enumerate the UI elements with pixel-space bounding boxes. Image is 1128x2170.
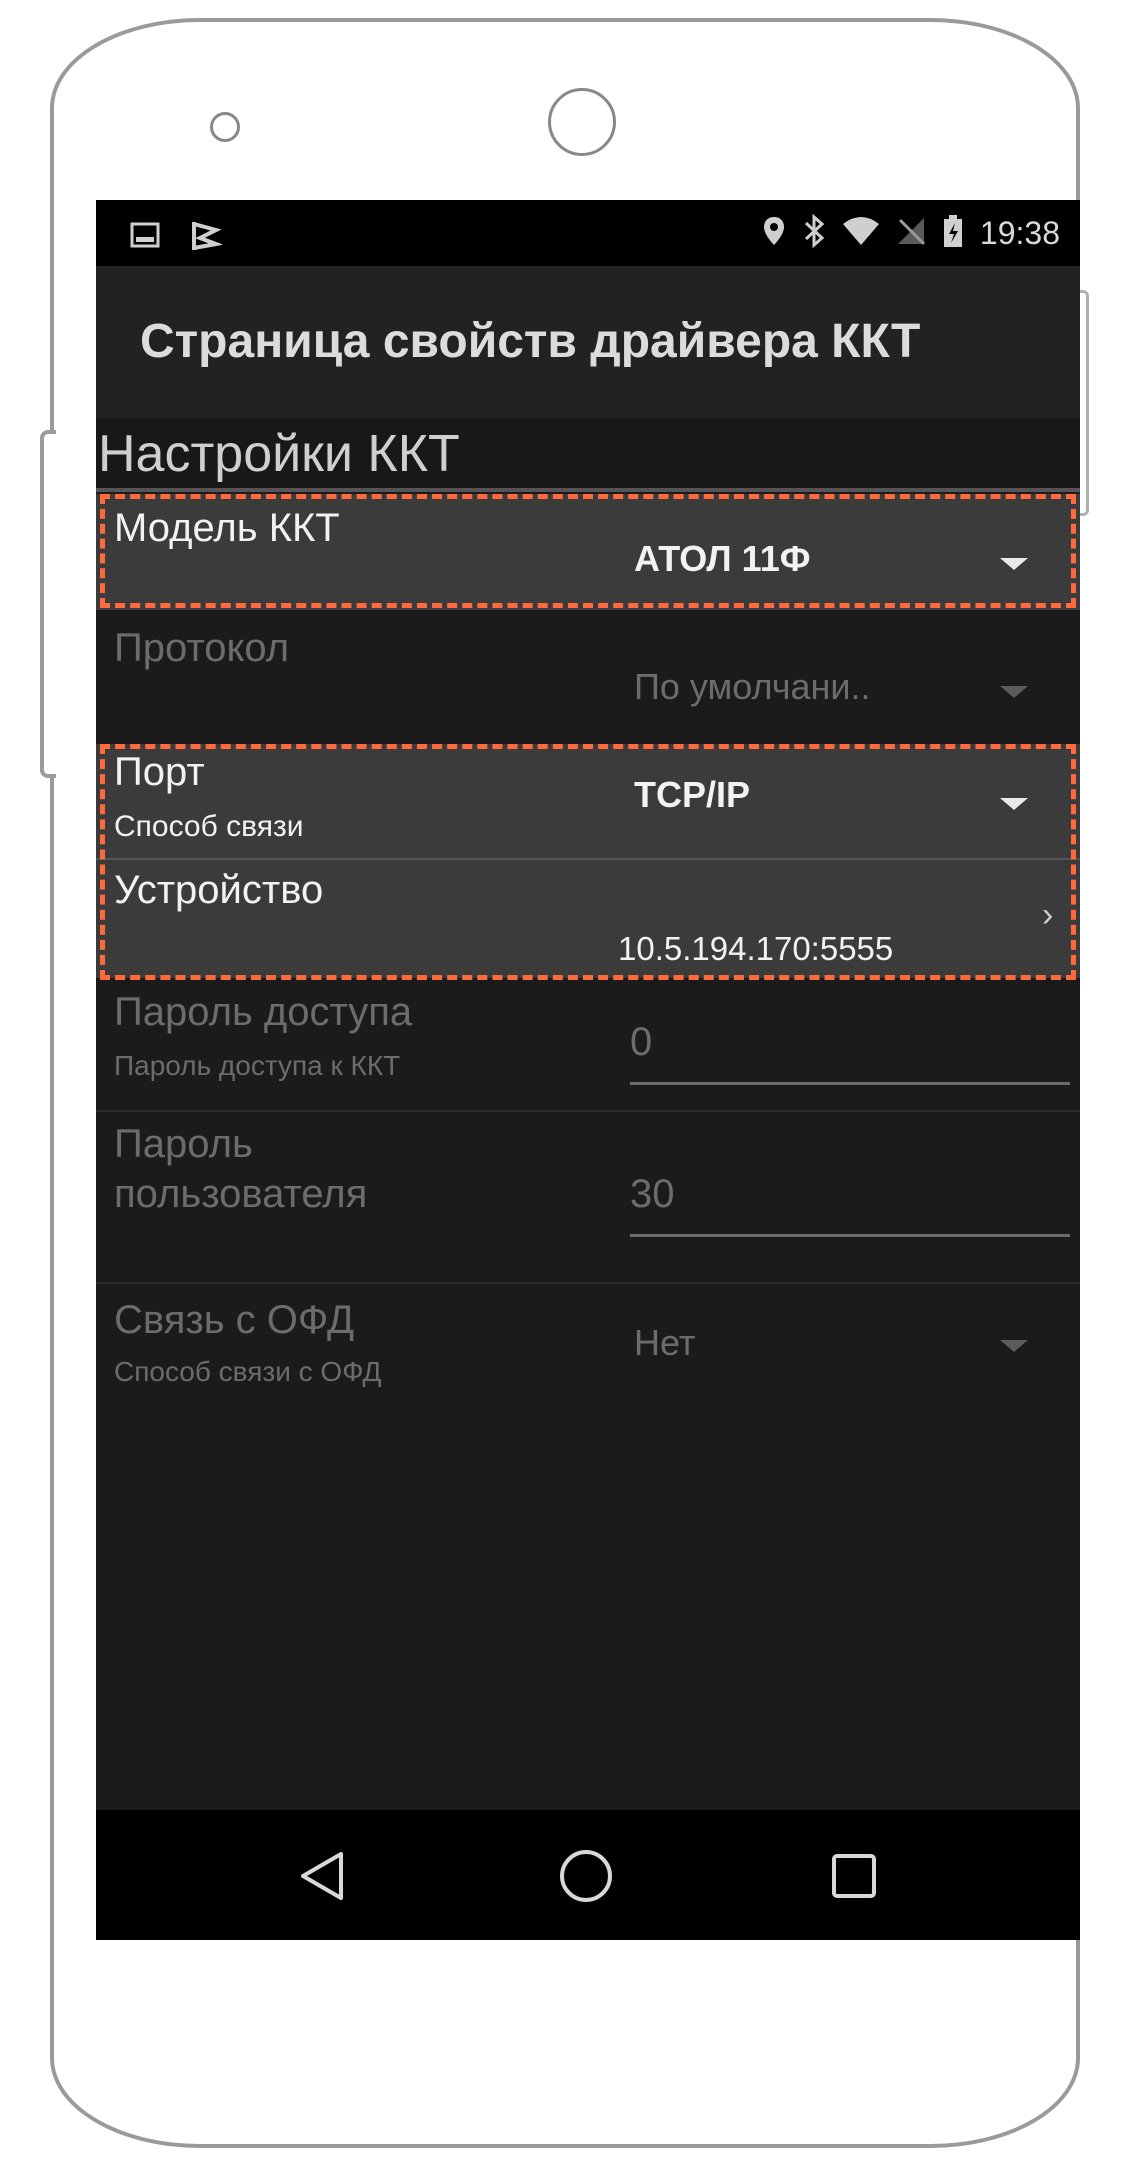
- setting-user-password[interactable]: Пароль пользователя 30: [96, 1112, 1080, 1282]
- setting-title: Пароль доступа: [114, 990, 413, 1034]
- field-underline: [630, 1082, 1070, 1085]
- front-camera: [548, 88, 616, 156]
- chevron-right-icon: ›: [1042, 896, 1054, 934]
- location-icon: [762, 215, 786, 252]
- recents-icon[interactable]: [826, 1848, 882, 1904]
- setting-port[interactable]: Порт Способ связи TCP/IP: [96, 744, 1080, 858]
- category-divider: [96, 488, 1080, 492]
- setting-title: Связь с ОФД: [114, 1298, 355, 1342]
- setting-value: TCP/IP: [634, 774, 751, 815]
- user-password-field[interactable]: 30: [630, 1172, 675, 1217]
- field-underline: [630, 1234, 1070, 1237]
- status-bar: 19:38: [96, 200, 1080, 266]
- setting-access-password[interactable]: Пароль доступа Пароль доступа к ККТ 0: [96, 980, 1080, 1110]
- no-sim-icon: [896, 216, 926, 251]
- setting-title: Модель ККТ: [114, 506, 340, 550]
- setting-kkt-model[interactable]: Модель ККТ АТОЛ 11Ф: [96, 494, 1080, 610]
- access-password-field[interactable]: 0: [630, 1020, 652, 1065]
- wifi-icon: [842, 216, 880, 251]
- setting-title: Порт: [114, 750, 205, 794]
- image-icon: [130, 222, 160, 253]
- setting-ofd-connection[interactable]: Связь с ОФД Способ связи с ОФД Нет: [96, 1284, 1080, 1414]
- action-bar: Страница свойств драйвера ККТ: [96, 266, 1080, 418]
- setting-summary: Способ связи с ОФД: [114, 1356, 382, 1387]
- setting-device[interactable]: Устройство 10.5.194.170:5555 ›: [96, 860, 1080, 978]
- setting-protocol[interactable]: Протокол По умолчани..: [96, 612, 1080, 742]
- device-screen: 19:38 Страница свойств драйвера ККТ Наст…: [96, 200, 1080, 1940]
- volume-button: [40, 430, 56, 778]
- setting-value: Нет: [634, 1322, 696, 1363]
- page-title: Страница свойств драйвера ККТ: [140, 315, 921, 368]
- setting-summary: Способ связи: [114, 810, 304, 843]
- dropdown-caret-icon: [1000, 1340, 1028, 1352]
- status-time: 19:38: [979, 215, 1060, 251]
- bluetooth-icon: [802, 213, 826, 253]
- setting-summary: Пароль доступа к ККТ: [114, 1050, 401, 1081]
- home-icon[interactable]: [558, 1848, 614, 1904]
- setting-value: АТОЛ 11Ф: [634, 538, 811, 579]
- flag-icon: [188, 218, 224, 257]
- category-header: Настройки ККТ: [96, 418, 1080, 488]
- setting-title: Устройство: [114, 868, 324, 912]
- setting-value: По умолчани..: [634, 666, 871, 707]
- category-title: Настройки ККТ: [98, 425, 460, 483]
- setting-title-line2: пользователя: [114, 1172, 368, 1216]
- dropdown-caret-icon: [1000, 798, 1028, 810]
- setting-value: 10.5.194.170:5555: [618, 930, 894, 967]
- back-icon[interactable]: [294, 1848, 350, 1904]
- dropdown-caret-icon: [1000, 558, 1028, 570]
- dropdown-caret-icon: [1000, 686, 1028, 698]
- battery-charging-icon: [942, 214, 964, 253]
- setting-title-line1: Пароль: [114, 1122, 253, 1166]
- front-sensor: [210, 112, 240, 142]
- navigation-bar: [96, 1810, 1080, 1940]
- setting-title: Протокол: [114, 626, 290, 670]
